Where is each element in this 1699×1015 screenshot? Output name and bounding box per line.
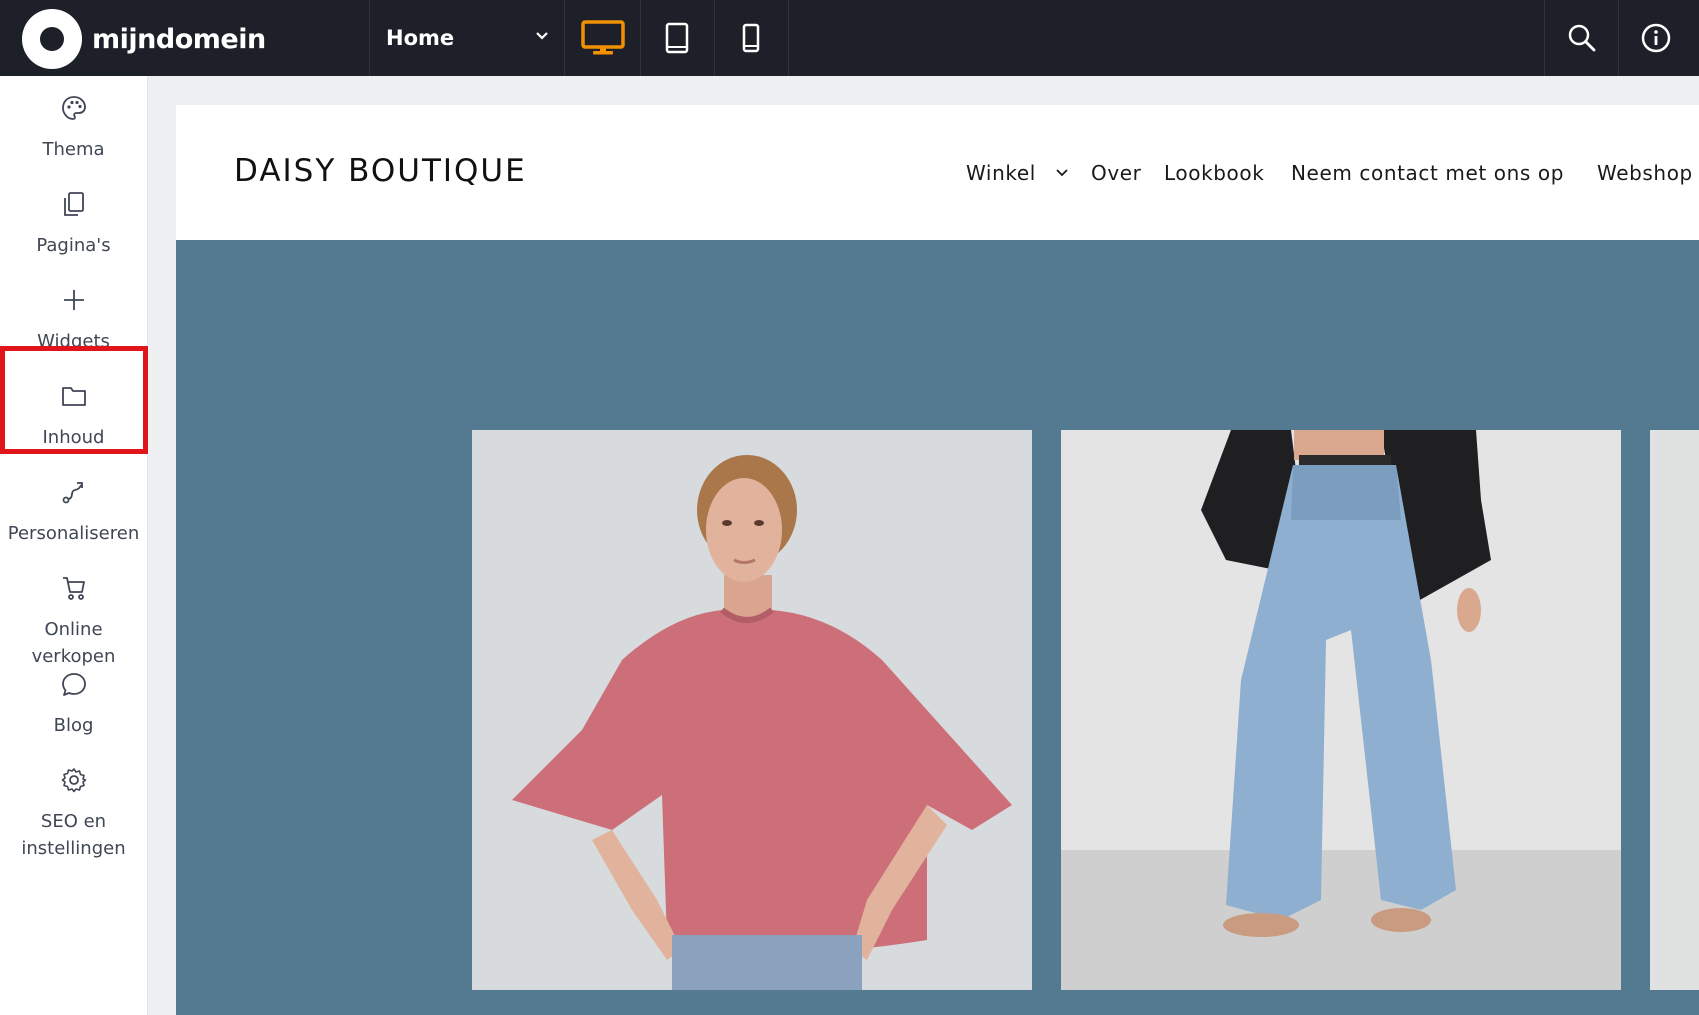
plus-icon [0, 285, 147, 315]
sidebar-item-widgets[interactable]: Widgets [0, 285, 147, 355]
editor-topbar: mijndomein Home [0, 0, 1699, 76]
sidebar-item-label: Thema [42, 139, 105, 160]
hero-section[interactable] [176, 240, 1699, 1015]
site-brand[interactable]: DAISY BOUTIQUE [234, 153, 527, 189]
sidebar-item-label: Blog [53, 715, 94, 736]
tablet-view-button[interactable] [640, 0, 715, 76]
sidebar-item-label: Online verkopen [31, 619, 116, 667]
widgets-highlight-box [0, 346, 148, 454]
palette-icon [0, 93, 147, 123]
website-preview-canvas[interactable]: DAISY BOUTIQUE Winkel Over Lookbook Neem… [176, 105, 1699, 1015]
chevron-down-icon [536, 32, 548, 40]
desktop-icon [581, 20, 625, 55]
tablet-icon [665, 22, 689, 54]
sidebar-item-online-verkopen[interactable]: Online verkopen [0, 573, 147, 670]
nav-item-winkel[interactable]: Winkel [966, 161, 1069, 185]
desktop-view-button[interactable] [566, 0, 641, 76]
sidebar-item-blog[interactable]: Blog [0, 669, 147, 739]
mobile-icon [742, 23, 760, 53]
cart-icon [0, 573, 147, 603]
info-icon [1641, 23, 1671, 53]
product-photo-partial[interactable] [1650, 430, 1699, 990]
mijndomein-logo[interactable]: mijndomein [22, 9, 266, 69]
sidebar-item-label: SEO en instellingen [21, 811, 126, 859]
route-icon [0, 477, 147, 507]
page-select-dropdown[interactable]: Home [369, 0, 565, 76]
pages-icon [0, 189, 147, 219]
sidebar-item-label: Pagina's [36, 235, 111, 256]
chevron-down-icon [1056, 169, 1068, 177]
page-select-value: Home [386, 26, 455, 50]
sidebar-item-seo-instellingen[interactable]: SEO en instellingen [0, 765, 147, 862]
sidebar-item-personaliseren[interactable]: Personaliseren [0, 477, 147, 547]
sidebar-item-label: Personaliseren [7, 523, 140, 544]
logo-text: mijndomein [92, 23, 266, 55]
sidebar-item-paginas[interactable]: Pagina's [0, 189, 147, 259]
search-button[interactable] [1544, 0, 1619, 76]
mobile-view-button[interactable] [714, 0, 789, 76]
info-button[interactable] [1618, 0, 1693, 76]
sidebar-item-thema[interactable]: Thema [0, 93, 147, 163]
gear-icon [0, 765, 147, 795]
editor-sidebar: Thema Pagina's Widgets Inhoud Personalis… [0, 76, 148, 1015]
logo-circle-icon [22, 9, 82, 69]
nav-item-over[interactable]: Over [1091, 161, 1142, 185]
site-header: DAISY BOUTIQUE Winkel Over Lookbook Neem… [176, 105, 1699, 240]
chat-bubble-icon [0, 669, 147, 699]
product-photo-pink-tshirt[interactable] [472, 430, 1032, 990]
nav-item-contact[interactable]: Neem contact met ons op [1291, 161, 1564, 185]
product-photo-jeans[interactable] [1061, 430, 1621, 990]
nav-label: Winkel [966, 161, 1036, 185]
search-icon [1568, 24, 1596, 52]
nav-item-webshop[interactable]: Webshop [1597, 161, 1693, 185]
nav-item-lookbook[interactable]: Lookbook [1164, 161, 1264, 185]
